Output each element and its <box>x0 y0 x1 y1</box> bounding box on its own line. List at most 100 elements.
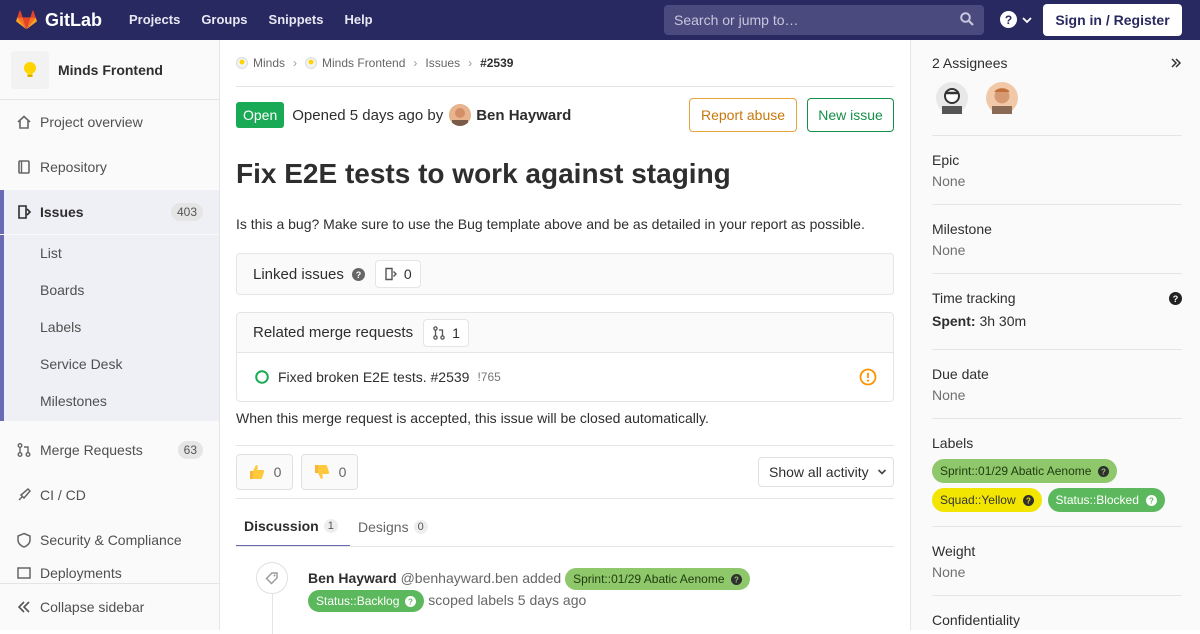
tab-discussion[interactable]: Discussion 1 <box>236 507 350 547</box>
tab-designs[interactable]: Designs 0 <box>358 507 428 547</box>
activity-label-status-text: Status::Backlog <box>316 594 400 608</box>
milestone-title: Milestone <box>932 221 992 237</box>
nav-projects[interactable]: Projects <box>129 0 180 40</box>
new-issue-button[interactable]: New issue <box>807 98 894 132</box>
assignees-block: 2 Assignees <box>932 40 1182 136</box>
collapse-sidebar-button[interactable]: Collapse sidebar <box>0 583 219 630</box>
label-status[interactable]: Status::Blocked ? <box>1047 488 1165 512</box>
activity-note: Ben Hayward @benhayward.ben added Sprint… <box>308 568 894 612</box>
breadcrumb-group-label: Minds <box>253 56 286 70</box>
author-avatar[interactable] <box>449 104 472 126</box>
nav-snippets[interactable]: Snippets <box>269 0 324 40</box>
svg-text:?: ? <box>1101 467 1106 476</box>
activity-filter-dropdown[interactable]: Show all activity <box>758 457 894 487</box>
milestone-block: Milestone None <box>932 205 1182 274</box>
author-name[interactable]: Ben Hayward <box>476 107 571 124</box>
tab-designs-count: 0 <box>413 520 428 534</box>
double-chevron-right-icon[interactable] <box>1170 57 1182 69</box>
mr-close-note: When this merge request is accepted, thi… <box>236 410 709 426</box>
breadcrumb-issues[interactable]: Issues › <box>425 56 480 70</box>
nav-groups[interactable]: Groups <box>201 0 247 40</box>
breadcrumb-separator: › <box>468 56 473 70</box>
gitlab-logo[interactable]: GitLab <box>16 9 102 31</box>
activity-label-sprint[interactable]: Sprint::01/29 Abatic Aenome ? <box>565 568 750 590</box>
divider <box>236 498 894 499</box>
weight-value: None <box>932 564 966 580</box>
sidebar-item-issues[interactable]: Issues 403 <box>0 190 219 234</box>
help-dropdown[interactable]: ? <box>1000 11 1033 28</box>
nav-help[interactable]: Help <box>344 0 372 40</box>
brand-name: GitLab <box>45 9 102 30</box>
avatar <box>936 82 968 114</box>
question-circle-icon: ? <box>1000 11 1017 28</box>
svg-text:?: ? <box>734 575 739 584</box>
sidebar-item-project-overview[interactable]: Project overview <box>0 100 219 144</box>
sidebar-item-cicd[interactable]: CI / CD <box>0 473 219 517</box>
sign-in-button[interactable]: Sign in / Register <box>1043 4 1182 36</box>
label-squad[interactable]: Squad::Yellow ? <box>932 488 1042 512</box>
related-mrs-count[interactable]: 1 <box>423 318 469 347</box>
labels-list: Sprint::01/29 Abatic Aenome ? Squad::Yel… <box>932 459 1192 512</box>
activity-label-status[interactable]: Status::Backlog ? <box>308 590 425 612</box>
chevron-down-icon <box>1022 16 1032 23</box>
related-mrs-header: Related merge requests 1 <box>237 313 893 353</box>
tabs-divider <box>236 546 894 547</box>
linked-issues-card: Linked issues ? 0 <box>236 253 894 295</box>
search-input[interactable]: Search or jump to… <box>664 5 984 35</box>
breadcrumb-project[interactable]: Minds Frontend › <box>305 56 425 70</box>
epic-title: Epic <box>932 152 960 168</box>
linked-issues-count[interactable]: 0 <box>374 260 421 288</box>
sidebar-item-merge-requests[interactable]: Merge Requests 63 <box>0 428 219 472</box>
due-date-title: Due date <box>932 366 989 382</box>
svg-text:?: ? <box>1173 294 1179 304</box>
question-circle-icon[interactable]: ? <box>1169 292 1182 305</box>
milestone-value: None <box>932 242 966 258</box>
warning-icon[interactable] <box>859 368 877 386</box>
issues-icon <box>385 267 397 281</box>
thumbs-down-button[interactable]: 0 <box>301 454 358 490</box>
thumbs-up-button[interactable]: 0 <box>236 454 293 490</box>
assignee-avatar-1[interactable] <box>936 82 968 117</box>
svg-text:?: ? <box>1149 496 1154 505</box>
label-sprint[interactable]: Sprint::01/29 Abatic Aenome ? <box>932 459 1118 483</box>
subnav-service-desk[interactable]: Service Desk <box>40 356 122 372</box>
left-sidebar: Minds Frontend Project overview Reposito… <box>0 40 220 630</box>
sidebar-item-repository[interactable]: Repository <box>0 145 219 189</box>
due-date-block: Due date None <box>932 350 1182 419</box>
svg-text:?: ? <box>1026 496 1031 505</box>
confidentiality-block: Confidentiality <box>932 596 1182 630</box>
activity-author[interactable]: Ben Hayward <box>308 570 397 586</box>
project-header[interactable]: Minds Frontend <box>0 40 219 100</box>
status-badge: Open <box>236 102 285 128</box>
question-circle-icon[interactable]: ? <box>351 267 365 281</box>
sidebar-item-security[interactable]: Security & Compliance <box>0 518 219 562</box>
divider <box>236 445 894 446</box>
breadcrumb-issues-label: Issues <box>425 56 461 70</box>
subnav-labels[interactable]: Labels <box>40 319 81 335</box>
thumbs-up-count: 0 <box>273 464 282 480</box>
sidebar-item-deployments-partial[interactable]: Deployments <box>0 563 219 583</box>
sidebar-label-issues: Issues <box>40 204 84 220</box>
label-status-text: Status::Blocked <box>1055 493 1139 507</box>
project-avatar <box>11 50 49 89</box>
avatar <box>986 82 1018 114</box>
search-placeholder: Search or jump to… <box>674 12 799 28</box>
mr-list-item[interactable]: Fixed broken E2E tests. #2539 !765 <box>237 353 893 401</box>
subnav-list[interactable]: List <box>40 245 62 261</box>
gitlab-fox-icon <box>16 10 37 30</box>
breadcrumb-current[interactable]: #2539 <box>480 56 513 70</box>
tab-designs-label: Designs <box>358 519 409 535</box>
issue-description: Is this a bug? Make sure to use the Bug … <box>236 216 865 232</box>
mr-open-status-icon <box>255 370 269 384</box>
report-abuse-button[interactable]: Report abuse <box>689 98 797 132</box>
subnav-milestones[interactable]: Milestones <box>40 393 107 409</box>
mr-title[interactable]: Fixed broken E2E tests. #2539 <box>278 369 469 385</box>
system-note-icon <box>256 562 288 594</box>
activity-handle[interactable]: @benhayward.ben <box>401 570 519 586</box>
assignee-avatar-2[interactable] <box>986 82 1018 117</box>
activity-suffix: scoped labels 5 days ago <box>428 592 587 608</box>
linked-issues-count-value: 0 <box>403 266 412 282</box>
mr-reference: !765 <box>477 370 501 384</box>
breadcrumb-group[interactable]: Minds › <box>236 56 305 70</box>
subnav-boards[interactable]: Boards <box>40 282 84 298</box>
